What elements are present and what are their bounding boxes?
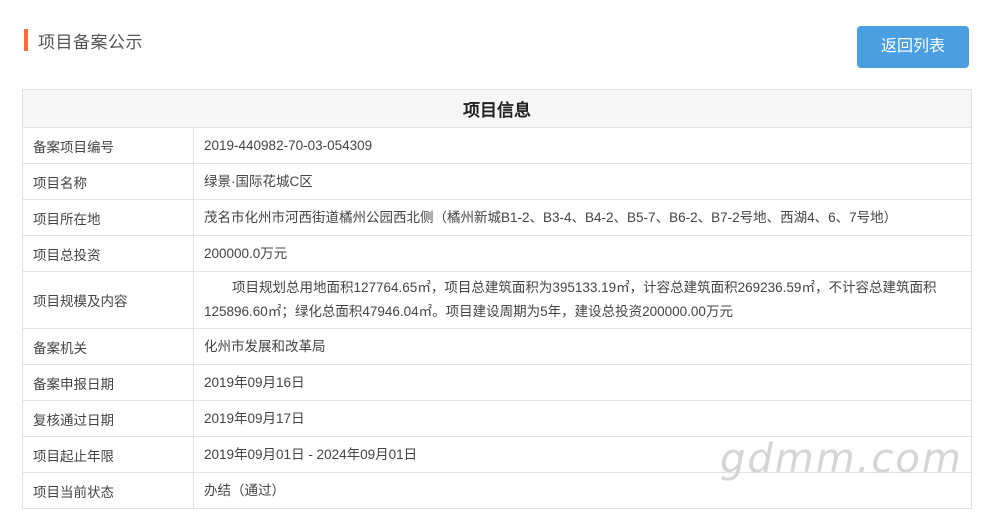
- row-value-scale-content: 项目规划总用地面积127764.65㎡，项目总建筑面积为395133.19㎡，计…: [193, 271, 972, 329]
- table-row: 项目总投资 200000.0万元: [22, 235, 972, 272]
- table-row: 项目当前状态 办结（通过）: [22, 472, 972, 509]
- row-value-filing-date: 2019年09月16日: [193, 364, 972, 401]
- table-row: 备案申报日期 2019年09月16日: [22, 364, 972, 401]
- project-info-table: 项目信息 备案项目编号 2019-440982-70-03-054309 项目名…: [22, 89, 972, 509]
- row-value-project-name: 绿景·国际花城C区: [193, 163, 972, 200]
- row-label-authority: 备案机关: [22, 328, 194, 365]
- table-caption-row: 项目信息: [22, 89, 972, 128]
- row-value-location: 茂名市化州市河西街道橘州公园西北侧（橘州新城B1-2、B3-4、B4-2、B5-…: [193, 199, 972, 236]
- row-value-total-investment: 200000.0万元: [193, 235, 972, 272]
- table-row: 项目所在地 茂名市化州市河西街道橘州公园西北侧（橘州新城B1-2、B3-4、B4…: [22, 199, 972, 236]
- page-title: 项目备案公示: [38, 32, 143, 52]
- title-accent-bar: [24, 29, 28, 51]
- table-row: 项目起止年限 2019年09月01日 - 2024年09月01日: [22, 436, 972, 473]
- back-to-list-button[interactable]: 返回列表: [857, 26, 969, 68]
- row-value-record-number: 2019-440982-70-03-054309: [193, 127, 972, 164]
- row-value-review-date: 2019年09月17日: [193, 400, 972, 437]
- table-row: 备案机关 化州市发展和改革局: [22, 328, 972, 365]
- row-value-authority: 化州市发展和改革局: [193, 328, 972, 365]
- row-value-period: 2019年09月01日 - 2024年09月01日: [193, 436, 972, 473]
- row-label-total-investment: 项目总投资: [22, 235, 194, 272]
- row-label-record-number: 备案项目编号: [22, 127, 194, 164]
- table-row: 备案项目编号 2019-440982-70-03-054309: [22, 127, 972, 164]
- row-label-scale-content: 项目规模及内容: [22, 271, 194, 329]
- page-header: 项目备案公示: [24, 28, 143, 52]
- row-label-filing-date: 备案申报日期: [22, 364, 194, 401]
- table-row: 项目规模及内容 项目规划总用地面积127764.65㎡，项目总建筑面积为3951…: [22, 271, 972, 329]
- row-label-period: 项目起止年限: [22, 436, 194, 473]
- row-label-location: 项目所在地: [22, 199, 194, 236]
- row-label-project-name: 项目名称: [22, 163, 194, 200]
- row-value-status: 办结（通过）: [193, 472, 972, 509]
- table-caption: 项目信息: [22, 89, 972, 128]
- table-row: 项目名称 绿景·国际花城C区: [22, 163, 972, 200]
- table-row: 复核通过日期 2019年09月17日: [22, 400, 972, 437]
- row-label-review-date: 复核通过日期: [22, 400, 194, 437]
- row-label-status: 项目当前状态: [22, 472, 194, 509]
